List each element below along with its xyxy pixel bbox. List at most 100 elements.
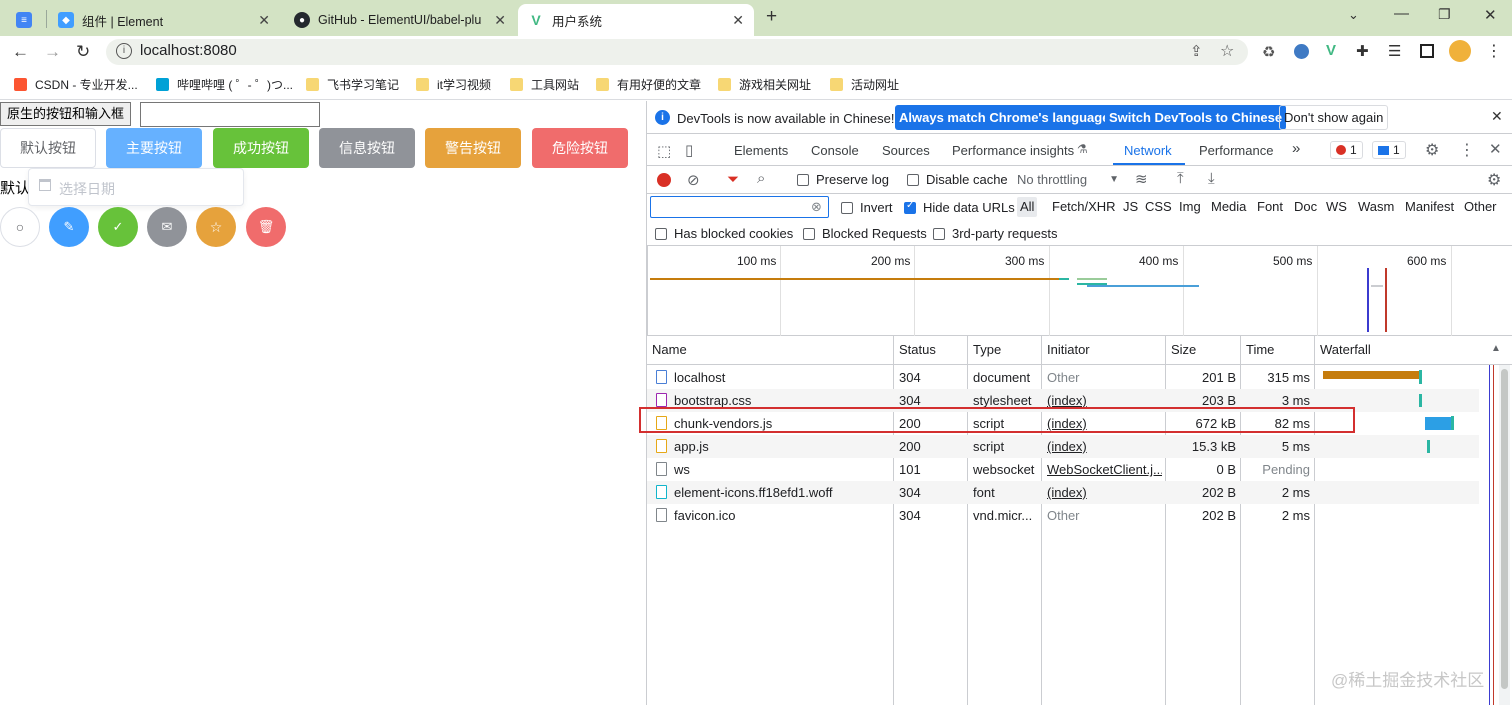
filter-all[interactable]: All: [1017, 197, 1038, 217]
filter-font[interactable]: Font: [1257, 199, 1283, 214]
settings-gear-icon[interactable]: ⚙: [1425, 140, 1439, 160]
new-tab-icon[interactable]: +: [766, 6, 777, 28]
window-close-icon[interactable]: ✕: [1484, 6, 1497, 24]
column-header[interactable]: Waterfall: [1320, 342, 1371, 357]
scrollbar[interactable]: [1499, 365, 1510, 705]
tab-user-system[interactable]: V 用户系统 ✕: [518, 4, 754, 36]
extension-recycle-icon[interactable]: ♻: [1262, 43, 1275, 61]
wifi-settings-icon[interactable]: ≋: [1135, 170, 1148, 188]
puzzle-icon[interactable]: ✚: [1356, 42, 1369, 60]
bookmark-csdn[interactable]: CSDN - 专业开发...: [14, 76, 138, 93]
restore-icon[interactable]: ❐: [1438, 6, 1451, 23]
cell-initiator[interactable]: (index): [1047, 485, 1162, 500]
success-button[interactable]: 成功按钮: [213, 128, 309, 168]
column-header[interactable]: Type: [973, 342, 1001, 357]
bookmark-bilibili[interactable]: 哔哩哔哩 ( ゜- ゜)つ...: [156, 76, 293, 93]
filter-ws[interactable]: WS: [1326, 199, 1347, 214]
bookmark-folder[interactable]: it学习视频: [416, 76, 491, 93]
close-icon[interactable]: ✕: [732, 12, 744, 29]
warning-button[interactable]: 警告按钮: [425, 128, 521, 168]
reading-list-icon[interactable]: ☰: [1388, 42, 1401, 60]
filter-fetch-xhr[interactable]: Fetch/XHR: [1052, 199, 1116, 214]
close-icon[interactable]: ✕: [494, 12, 506, 29]
side-panel-icon[interactable]: [1420, 44, 1434, 58]
star-circle-button[interactable]: ☆: [196, 207, 236, 247]
more-icon[interactable]: ⋮: [1486, 41, 1502, 61]
table-row[interactable]: localhost 304 document Other 201 B 315 ms: [647, 366, 1479, 389]
filter-icon[interactable]: ⏷: [727, 171, 739, 188]
reload-icon[interactable]: ↻: [76, 42, 90, 62]
preserve-log-checkbox[interactable]: Preserve log: [797, 172, 889, 187]
bookmark-star-icon[interactable]: ☆: [1220, 41, 1234, 61]
message-circle-button[interactable]: ✉: [147, 207, 187, 247]
column-header[interactable]: Name: [652, 342, 687, 357]
inspect-icon[interactable]: ⬚: [657, 142, 671, 160]
filter-js[interactable]: JS: [1123, 199, 1138, 214]
clear-filter-icon[interactable]: ⊗: [811, 199, 822, 215]
device-toolbar-icon[interactable]: ▯: [685, 141, 693, 159]
tab-github[interactable]: ● GitHub - ElementUI/babel-plu ✕: [284, 4, 516, 36]
filter-other[interactable]: Other: [1464, 199, 1497, 214]
tab-docs[interactable]: ≡: [6, 4, 40, 36]
cell-initiator[interactable]: (index): [1047, 393, 1162, 408]
table-row[interactable]: favicon.ico 304 vnd.micr... Other 202 B 2 ms: [647, 504, 1479, 527]
edit-circle-button[interactable]: ✎: [49, 207, 89, 247]
column-header[interactable]: Initiator: [1047, 342, 1090, 357]
error-badge[interactable]: 1: [1330, 141, 1363, 159]
filter-doc[interactable]: Doc: [1294, 199, 1317, 214]
tab-sources[interactable]: Sources: [882, 143, 930, 158]
column-header[interactable]: Time: [1246, 342, 1274, 357]
filter-media[interactable]: Media: [1211, 199, 1246, 214]
delete-circle-button[interactable]: 🗑: [246, 207, 286, 247]
table-row[interactable]: element-icons.ff18efd1.woff 304 font (index…: [647, 481, 1479, 504]
table-row[interactable]: app.js 200 script (index) 15.3 kB 5 ms: [647, 435, 1479, 458]
address-bar[interactable]: i ⇪ ☆: [106, 39, 1248, 65]
minimize-icon[interactable]: —: [1394, 5, 1409, 22]
hide-data-urls-checkbox[interactable]: ✓ Hide data URLs: [904, 200, 1015, 215]
clear-icon[interactable]: ⊘: [687, 171, 700, 189]
vue-devtools-icon[interactable]: V: [1326, 42, 1336, 59]
invert-checkbox[interactable]: Invert: [841, 200, 893, 215]
bookmark-folder[interactable]: 工具网站: [510, 76, 579, 93]
search-circle-button[interactable]: ○: [0, 207, 40, 247]
danger-button[interactable]: 危险按钮: [532, 128, 628, 168]
close-icon[interactable]: ✕: [1491, 108, 1503, 125]
bookmark-folder[interactable]: 有用好便的文章: [596, 76, 701, 93]
forward-icon[interactable]: →: [44, 42, 61, 62]
message-badge[interactable]: 1: [1372, 141, 1406, 159]
more-tabs-button[interactable]: »: [1292, 140, 1300, 157]
network-settings-icon[interactable]: ⚙: [1487, 170, 1501, 190]
switch-language-button[interactable]: Switch DevTools to Chinese: [1105, 105, 1287, 130]
cell-initiator[interactable]: WebSocketClient.j...: [1047, 462, 1162, 477]
kebab-menu-icon[interactable]: ⋮: [1459, 140, 1475, 160]
check-circle-button[interactable]: ✓: [98, 207, 138, 247]
extension-icon[interactable]: [1294, 44, 1309, 59]
tab-console[interactable]: Console: [811, 143, 859, 158]
sort-up-icon[interactable]: ▲: [1491, 343, 1501, 354]
avatar[interactable]: [1449, 40, 1471, 62]
filter-css[interactable]: CSS: [1145, 199, 1172, 214]
tab-elements[interactable]: Elements: [734, 143, 788, 158]
info-button[interactable]: 信息按钮: [319, 128, 415, 168]
bookmark-folder[interactable]: 活动网址: [830, 76, 899, 93]
info-icon[interactable]: i: [116, 43, 132, 59]
filter-manifest[interactable]: Manifest: [1405, 199, 1454, 214]
tab-performance-insights[interactable]: Performance insights: [952, 143, 1074, 158]
tab-element[interactable]: ◆ 组件 | Element ✕: [48, 4, 280, 36]
filter-input[interactable]: ⊗: [650, 196, 829, 218]
native-button[interactable]: 原生的按钮和输入框: [0, 102, 132, 126]
default-button[interactable]: 默认按钮: [0, 128, 96, 168]
cell-initiator[interactable]: (index): [1047, 439, 1162, 454]
bookmark-folder[interactable]: 游戏相关网址: [718, 76, 811, 93]
filter-img[interactable]: Img: [1179, 199, 1201, 214]
primary-button[interactable]: 主要按钮: [106, 128, 202, 168]
blocked-requests-checkbox[interactable]: Blocked Requests: [803, 226, 927, 241]
filter-wasm[interactable]: Wasm: [1358, 199, 1394, 214]
record-icon[interactable]: [657, 173, 671, 187]
close-devtools-icon[interactable]: ✕: [1489, 140, 1502, 158]
match-language-button[interactable]: Always match Chrome's language: [895, 105, 1114, 130]
bookmark-folder[interactable]: 飞书学习笔记: [306, 76, 399, 93]
search-icon[interactable]: ⌕: [757, 170, 765, 187]
share-icon[interactable]: ⇪: [1190, 42, 1203, 60]
disable-cache-checkbox[interactable]: Disable cache: [907, 172, 1008, 187]
